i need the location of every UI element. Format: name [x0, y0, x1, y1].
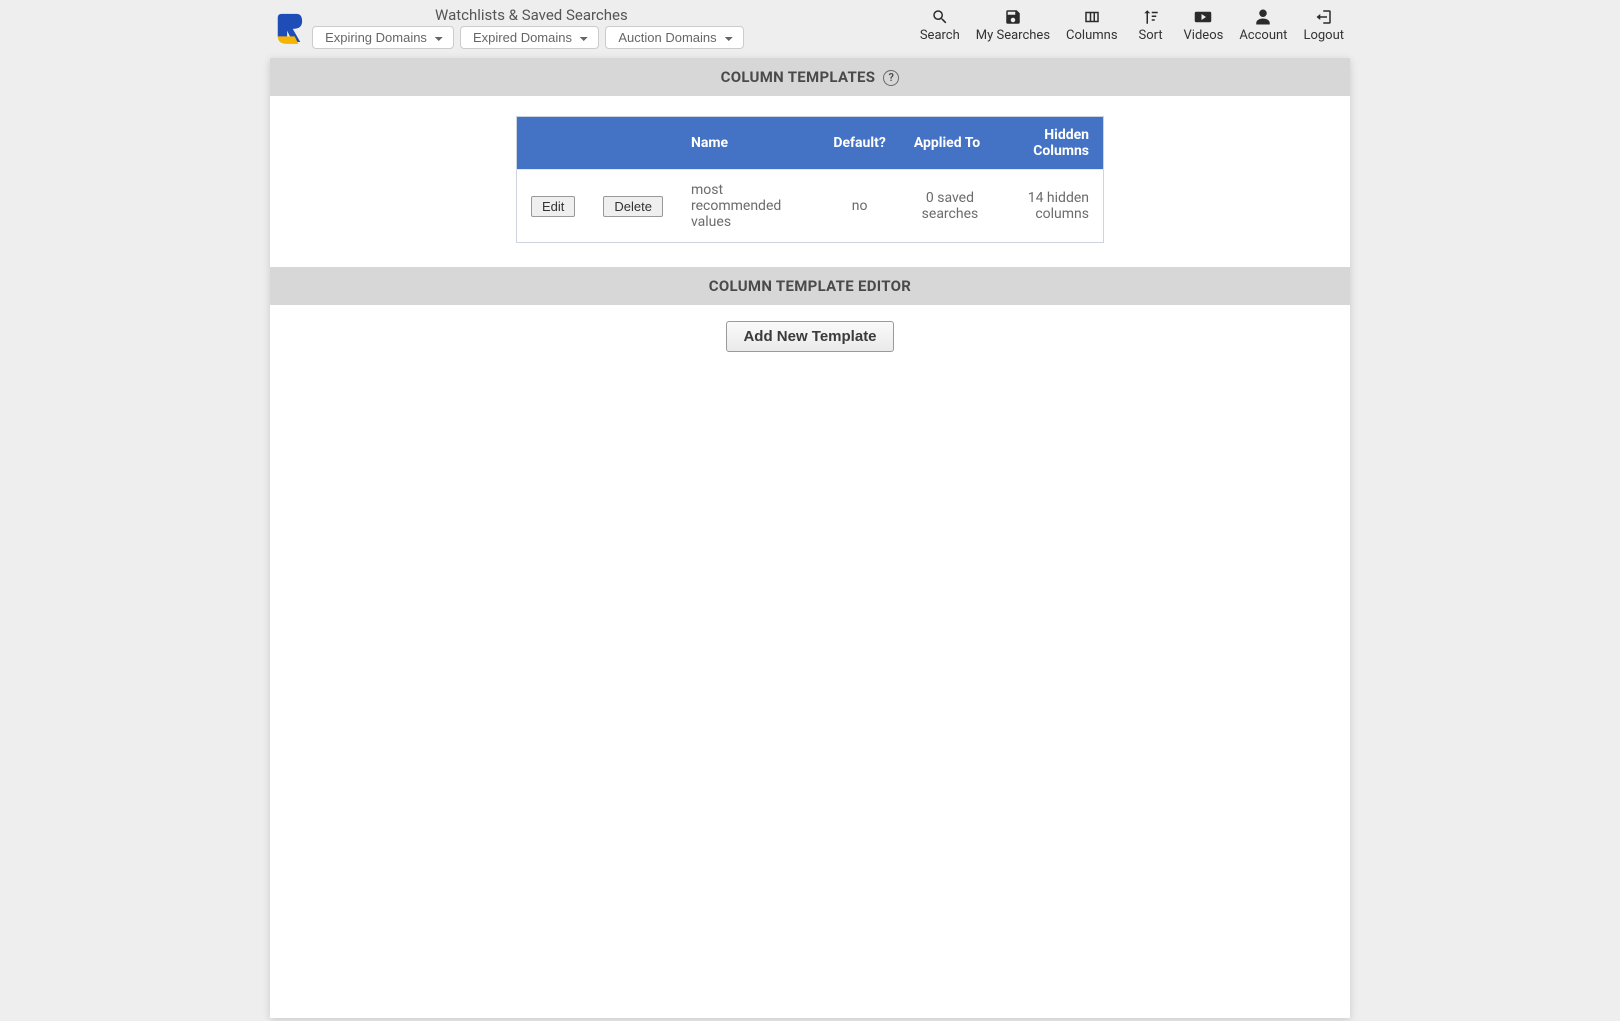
- save-icon: [1004, 8, 1022, 26]
- nav-label: Search: [920, 28, 960, 43]
- nav-videos[interactable]: Videos: [1178, 8, 1230, 43]
- nav-label: Videos: [1184, 28, 1224, 43]
- main-panel: COLUMN TEMPLATES ? Name Default? Applied…: [270, 58, 1350, 1018]
- template-editor-header: COLUMN TEMPLATE EDITOR: [270, 267, 1350, 305]
- nav-label: Sort: [1138, 28, 1162, 43]
- nav-label: Columns: [1066, 28, 1118, 43]
- editor-area: Add New Template: [270, 305, 1350, 368]
- column-templates-header: COLUMN TEMPLATES ?: [270, 58, 1350, 96]
- video-icon: [1194, 8, 1212, 26]
- col-name-header: Name: [677, 117, 819, 170]
- account-icon: [1254, 8, 1272, 26]
- templates-table: Name Default? Applied To Hidden Columns …: [516, 116, 1104, 243]
- nav-icons: Search My Searches Columns Sort Videos A…: [914, 4, 1350, 43]
- cell-applied: 0 saved searches: [900, 170, 1000, 243]
- delete-button[interactable]: Delete: [603, 196, 663, 217]
- col-edit-header: [517, 117, 590, 170]
- col-applied-header: Applied To: [900, 117, 1000, 170]
- nav-search[interactable]: Search: [914, 8, 966, 43]
- brand-logo[interactable]: [274, 12, 304, 46]
- top-navigation: Watchlists & Saved Searches Expiring Dom…: [270, 0, 1350, 56]
- help-icon[interactable]: ?: [883, 70, 899, 86]
- cell-hidden: 14 hidden columns: [1000, 170, 1103, 243]
- add-new-template-button[interactable]: Add New Template: [726, 321, 893, 352]
- nav-sort[interactable]: Sort: [1128, 8, 1174, 43]
- col-delete-header: [589, 117, 677, 170]
- watchlists-block: Watchlists & Saved Searches Expiring Dom…: [312, 6, 744, 49]
- sort-icon: [1142, 8, 1160, 26]
- edit-button[interactable]: Edit: [531, 196, 575, 217]
- auction-domains-select[interactable]: Auction Domains: [605, 26, 744, 49]
- columns-icon: [1083, 8, 1101, 26]
- table-row: Edit Delete most recommended values no 0…: [517, 170, 1104, 243]
- expired-domains-select[interactable]: Expired Domains: [460, 26, 599, 49]
- nav-label: Logout: [1303, 28, 1344, 43]
- cell-name: most recommended values: [677, 170, 819, 243]
- section-title: COLUMN TEMPLATE EDITOR: [709, 277, 911, 295]
- expiring-domains-select[interactable]: Expiring Domains: [312, 26, 454, 49]
- section-title: COLUMN TEMPLATES: [721, 68, 876, 86]
- nav-logout[interactable]: Logout: [1297, 8, 1350, 43]
- nav-my-searches[interactable]: My Searches: [970, 8, 1056, 43]
- nav-columns[interactable]: Columns: [1060, 8, 1124, 43]
- col-default-header: Default?: [819, 117, 899, 170]
- logout-icon: [1315, 8, 1333, 26]
- nav-label: Account: [1239, 28, 1287, 43]
- nav-label: My Searches: [976, 28, 1050, 43]
- search-icon: [931, 8, 949, 26]
- watchlists-title: Watchlists & Saved Searches: [312, 6, 744, 24]
- nav-account[interactable]: Account: [1233, 8, 1293, 43]
- col-hidden-header: Hidden Columns: [1000, 117, 1103, 170]
- cell-default: no: [819, 170, 899, 243]
